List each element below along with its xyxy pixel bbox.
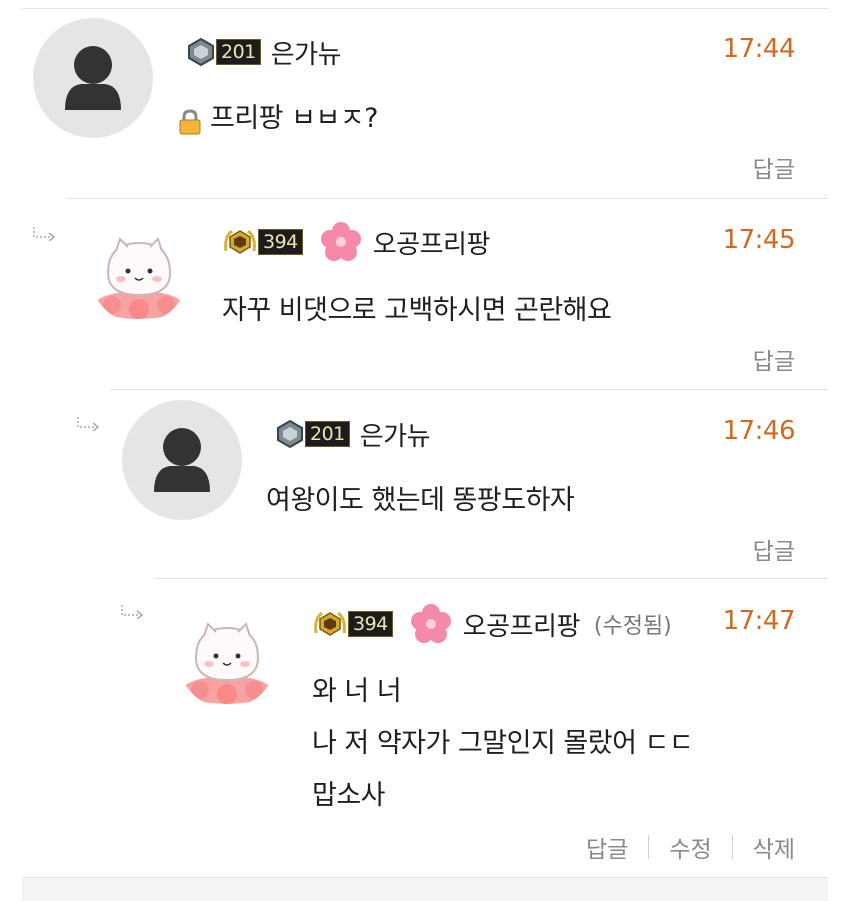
flower-icon (320, 222, 361, 261)
author-nickname[interactable]: 은가뉴 (360, 416, 431, 453)
reply-arrow-icon (32, 226, 58, 242)
reply-button[interactable]: 답글 (753, 342, 795, 376)
comment-text: 자꾸 비댓으로 고백하시면 곤란해요 (222, 285, 612, 337)
lock-icon (176, 108, 204, 140)
comment-text: 와 너 너 나 저 약자가 그말인지 몰랐어 ㄷㄷ 맙소사 (312, 666, 694, 822)
comment-time: 17:47 (722, 606, 796, 636)
comment-actions: 답글 (753, 532, 795, 566)
comment-text-line: 와 너 너 (312, 676, 402, 707)
comment-time: 17:46 (722, 416, 796, 446)
level-number: 201 (305, 421, 350, 447)
reply-button[interactable]: 답글 (753, 150, 795, 184)
level-emblem-icon (224, 229, 256, 254)
comment-text: 여왕이도 했는데 똥팡도하자 (266, 475, 575, 527)
user-silhouette-icon (154, 428, 210, 492)
reply-button[interactable]: 답글 (753, 532, 795, 566)
comment-text: 프리팡 ㅂㅂㅈ? (210, 93, 378, 145)
comment-actions: 답글 (753, 150, 795, 184)
comment-header: 201 은가뉴 (275, 412, 431, 456)
comment-actions: 답글 수정 삭제 (586, 830, 795, 864)
divider (154, 578, 828, 579)
comment-time: 17:45 (722, 225, 796, 255)
author-nickname[interactable]: 은가뉴 (271, 34, 342, 71)
cat-avatar-icon (183, 622, 271, 704)
comment-input-area (22, 877, 828, 901)
flower-icon (410, 604, 451, 643)
author-nickname[interactable]: 오공프리팡 (373, 224, 491, 261)
edited-label: (수정됨) (593, 614, 672, 639)
comment-header: 394 오공프리팡 (222, 220, 490, 264)
divider (22, 8, 828, 9)
action-separator (648, 835, 650, 859)
reply-arrow-icon (120, 604, 146, 620)
comment-text-line: 여왕이도 했는데 똥팡도하자 (266, 485, 575, 516)
comment-text-line: 자꾸 비댓으로 고백하시면 곤란해요 (222, 295, 612, 326)
comment-text-line: 프리팡 ㅂㅂㅈ? (210, 103, 378, 134)
comment-header: 201 은가뉴 (186, 30, 342, 74)
action-separator (731, 835, 733, 859)
edit-button[interactable]: 수정 (669, 830, 711, 864)
cat-avatar-icon (95, 237, 183, 319)
avatar[interactable] (33, 18, 153, 138)
comment-header: 394 오공프리팡 (수정됨) (312, 602, 672, 646)
avatar[interactable] (90, 225, 188, 323)
comment-time: 17:44 (722, 34, 796, 64)
level-number: 394 (348, 611, 393, 637)
level-badge: 201 (186, 37, 261, 67)
avatar[interactable] (122, 400, 242, 520)
level-emblem-icon (277, 419, 303, 449)
reply-button[interactable]: 답글 (586, 830, 628, 864)
comment-text-line: 맙소사 (312, 780, 386, 811)
reply-arrow-icon (76, 416, 102, 432)
level-badge: 394 (222, 229, 303, 255)
author-nickname[interactable]: 오공프리팡 (463, 606, 581, 643)
divider (110, 389, 828, 390)
level-badge: 394 (312, 611, 393, 637)
level-emblem-icon (314, 611, 346, 636)
level-emblem-icon (188, 37, 214, 67)
level-badge: 201 (275, 419, 350, 449)
level-number: 394 (258, 229, 303, 255)
user-silhouette-icon (65, 46, 121, 110)
divider (66, 198, 828, 199)
comment-text-line: 나 저 약자가 그말인지 몰랐어 ㄷㄷ (312, 728, 694, 759)
comment-actions: 답글 (753, 342, 795, 376)
avatar[interactable] (178, 610, 276, 708)
delete-button[interactable]: 삭제 (753, 830, 795, 864)
level-number: 201 (216, 39, 261, 65)
